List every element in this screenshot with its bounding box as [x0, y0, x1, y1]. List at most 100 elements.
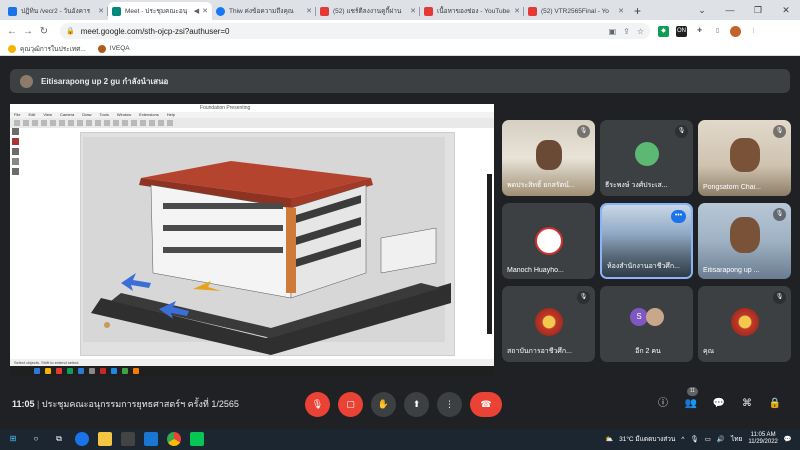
- edge-icon[interactable]: [75, 432, 89, 446]
- notification-icon[interactable]: 💬: [784, 435, 792, 443]
- close-icon[interactable]: ✕: [514, 7, 520, 15]
- participant-name: Pongsatorn Chai...: [703, 184, 761, 191]
- weather-icon[interactable]: ⛅: [605, 435, 613, 443]
- mic-off-icon: 🎙: [577, 291, 590, 304]
- present-button[interactable]: ⬆: [404, 392, 429, 417]
- participant-tile[interactable]: S อีก 2 คน: [600, 286, 693, 362]
- tab-label: เนื้อหาของช่อง - YouTube: [437, 8, 510, 15]
- sidepanel-icon[interactable]: ▯: [712, 26, 723, 37]
- tab-youtube-1[interactable]: (52) แชร์ตีลงงานคูกี้ผ่าน ✕: [316, 2, 420, 20]
- people-icon[interactable]: 11 👥: [684, 387, 698, 411]
- tab-facebook[interactable]: Thiw ค่งข้อความถึงคุณ ✕: [212, 2, 316, 20]
- search-icon[interactable]: ○: [29, 432, 43, 446]
- lock-icon[interactable]: 🔒: [66, 27, 75, 35]
- participant-tile[interactable]: 🎙 พดประสิทธิ์ ยกสรัตน์...: [502, 120, 595, 196]
- raise-hand-button[interactable]: ✋: [371, 392, 396, 417]
- address-bar[interactable]: 🔒 meet.google.com/sth-ojcp-zsi?authuser=…: [60, 23, 650, 39]
- back-button[interactable]: ←: [4, 26, 20, 37]
- tab-label: (52) VTR2565Final - Yo: [541, 7, 609, 15]
- shared-app-status: Select objects. Shift to extend select.: [10, 359, 494, 366]
- maximize-button[interactable]: ❐: [744, 0, 772, 20]
- participant-tile[interactable]: 🎙 ธีระพงษ์ วงศ์ประเส...: [600, 120, 693, 196]
- tab-youtube-2[interactable]: เนื้อหาของช่อง - YouTube ✕: [420, 2, 524, 20]
- avatar: [534, 227, 563, 255]
- speaker-icon[interactable]: ◀: [194, 7, 199, 15]
- file-explorer-icon[interactable]: [98, 432, 112, 446]
- more-options-button[interactable]: •••: [671, 210, 686, 223]
- microphone-icon: 🎙: [690, 436, 699, 443]
- info-icon[interactable]: ⓘ: [656, 397, 670, 411]
- weather-text[interactable]: 31°C มีแดดบางส่วน: [619, 434, 675, 444]
- bookmark-item[interactable]: คุณวุฒิการในประเทศ...: [8, 44, 86, 54]
- bookmark-icon: [8, 44, 16, 53]
- calendar-icon: [8, 6, 17, 16]
- extensions-bar: ◆ ON ✚ ▯ ⋮: [658, 25, 759, 37]
- tab-youtube-3[interactable]: (52) VTR2565Final - Yo ✕: [524, 2, 628, 20]
- shared-app-sidebar: [487, 174, 492, 334]
- meeting-info: 11:05 | ประชุมคณะอนุกรรมการยุทธศาสตร์ฯ ค…: [12, 399, 239, 409]
- participant-tile[interactable]: 🎙 สถาบันการอาชีวศึก...: [502, 286, 595, 362]
- shared-app-toolbar: [10, 118, 494, 128]
- side-controls: ⓘ 11 👥 💬 ⌘ 🔒: [656, 387, 782, 411]
- close-icon[interactable]: ✕: [98, 7, 104, 15]
- presenter-label: Eitisarapong up 2 gu กำลังนำเสนอ: [41, 76, 169, 86]
- mic-toggle-button[interactable]: 🎙: [305, 392, 330, 417]
- extension-icon[interactable]: ON: [676, 25, 687, 37]
- tab-meet[interactable]: Meet - ประชุมคณะอนุ ◀ ✕: [108, 2, 212, 20]
- puzzle-icon[interactable]: ✚: [694, 26, 705, 37]
- tray-chevron-icon[interactable]: ^: [681, 436, 684, 443]
- new-tab-button[interactable]: +: [628, 2, 647, 20]
- participant-name: อีก 2 คน: [635, 348, 661, 355]
- windows-start-icon[interactable]: ⊞: [6, 432, 20, 446]
- chevron-down-icon[interactable]: ⌄: [688, 0, 716, 20]
- chrome-icon[interactable]: [167, 432, 181, 446]
- reload-button[interactable]: ↻: [36, 26, 52, 37]
- more-options-button[interactable]: ⋮: [437, 392, 462, 417]
- tab-calendar[interactable]: ปฏิทิน /vecr2 - วันอังคาร ✕: [4, 2, 108, 20]
- presenter-banner: Eitisarapong up 2 gu กำลังนำเสนอ: [10, 69, 790, 93]
- participant-tile[interactable]: ••• ห้องสำนักงานอาชีวศึก...: [600, 203, 693, 279]
- camera-toggle-button[interactable]: ▢: [338, 392, 363, 417]
- leave-call-button[interactable]: ☎: [470, 392, 502, 417]
- star-icon[interactable]: ☆: [637, 27, 644, 36]
- shared-app-tool-palette: [12, 128, 20, 308]
- store-icon[interactable]: [121, 432, 135, 446]
- share-icon[interactable]: ⇪: [623, 27, 630, 36]
- url-text: meet.google.com/sth-ojcp-zsi?authuser=0: [80, 26, 230, 36]
- participant-name: Eitisarapong up ...: [703, 267, 760, 274]
- activities-icon[interactable]: ⌘: [740, 397, 754, 411]
- close-icon[interactable]: ✕: [410, 7, 416, 15]
- participant-tile[interactable]: 🎙 Eitisarapong up ...: [698, 203, 791, 279]
- mail-icon[interactable]: [144, 432, 158, 446]
- forward-button[interactable]: →: [20, 26, 36, 37]
- host-controls-icon[interactable]: 🔒: [768, 397, 782, 411]
- language-indicator[interactable]: ไทย: [731, 434, 742, 444]
- shared-screen[interactable]: Foundation Presenting File Edit View Camera…: [10, 104, 494, 376]
- participant-name: Manoch Huayho...: [507, 267, 564, 274]
- close-icon[interactable]: ✕: [618, 7, 624, 15]
- mic-off-icon: 🎙: [577, 125, 590, 138]
- tab-label: ปฏิทิน /vecr2 - วันอังคาร: [21, 8, 91, 15]
- minimize-button[interactable]: —: [716, 0, 744, 20]
- menu-dots-icon[interactable]: ⋮: [748, 26, 759, 37]
- call-controls: 🎙 ▢ ✋ ⬆ ⋮ ☎: [305, 392, 502, 417]
- participant-tile[interactable]: Manoch Huayho...: [502, 203, 595, 279]
- profile-avatar[interactable]: [730, 25, 741, 37]
- participant-tile[interactable]: 🎙 คุณ: [698, 286, 791, 362]
- line-icon[interactable]: [190, 432, 204, 446]
- participant-tile[interactable]: 🎙 Pongsatorn Chai...: [698, 120, 791, 196]
- close-window-button[interactable]: ✕: [772, 0, 800, 20]
- avatar: [646, 308, 664, 326]
- close-icon[interactable]: ✕: [202, 7, 208, 15]
- task-view-icon[interactable]: ⧉: [52, 432, 66, 446]
- volume-icon[interactable]: 🔊: [717, 435, 725, 443]
- presenter-avatar: [20, 74, 33, 88]
- chat-icon[interactable]: 💬: [712, 397, 726, 411]
- network-icon[interactable]: ▭: [705, 435, 711, 443]
- camera-icon[interactable]: ▣: [609, 27, 617, 36]
- extension-icon[interactable]: ◆: [658, 25, 669, 37]
- bookmark-item[interactable]: IVEQA: [97, 44, 130, 53]
- close-icon[interactable]: ✕: [306, 7, 312, 15]
- system-clock[interactable]: 11:05 AM 11/29/2022: [748, 432, 778, 446]
- meet-icon: [112, 6, 121, 16]
